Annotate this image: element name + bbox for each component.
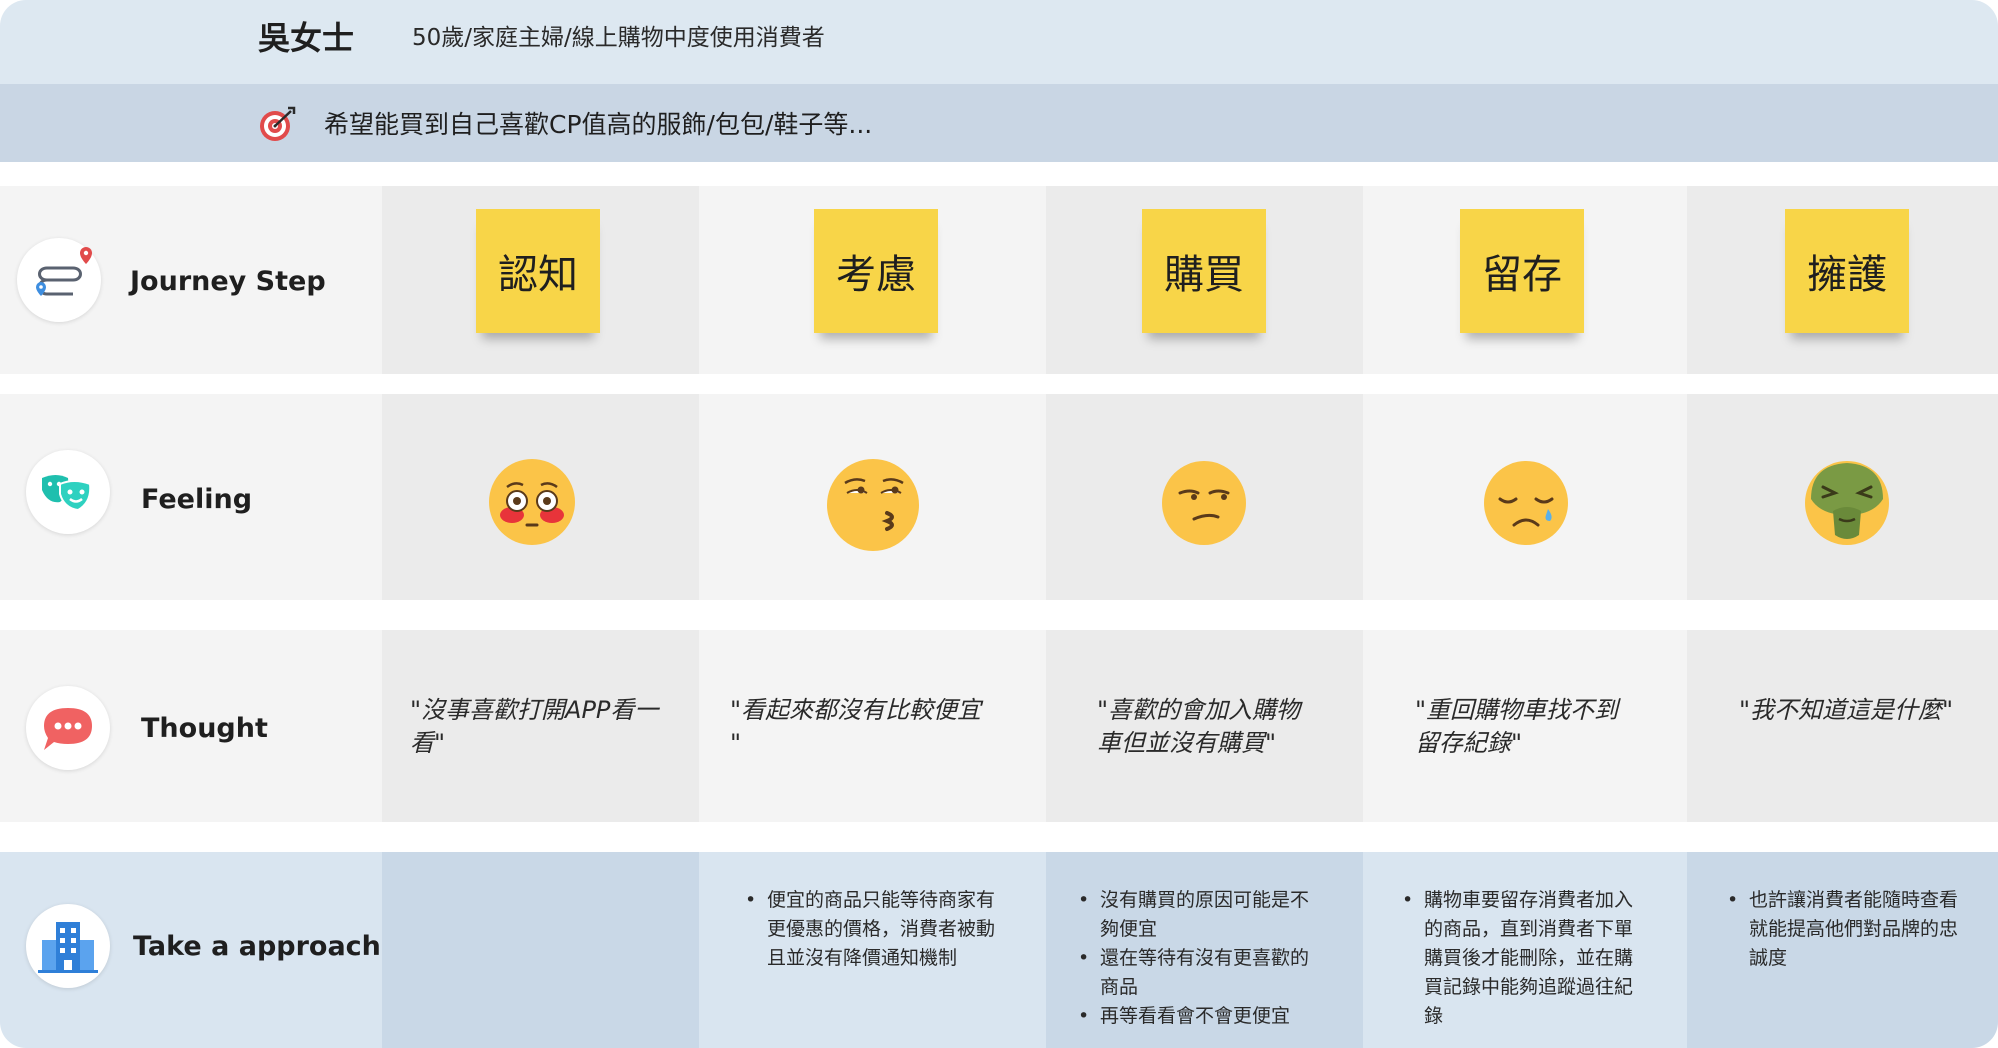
approach-item-line: 誠度 bbox=[1749, 947, 1788, 969]
row-label-journey: Journey Step bbox=[130, 266, 326, 297]
thought-text-line: " bbox=[730, 729, 742, 757]
approach-item-line: 買記錄中能夠追蹤過往紀 bbox=[1424, 976, 1634, 998]
approach-item-line: 商品 bbox=[1100, 976, 1139, 998]
approach-item: 還在等待有沒有更喜歡的 商品 bbox=[1078, 944, 1370, 1002]
approach-item-line: 沒有購買的原因可能是不 bbox=[1100, 889, 1310, 911]
approach-item: 再等看看會不會更便宜 bbox=[1078, 1002, 1370, 1031]
persona-goal: 希望能買到自己喜歡CP值高的服飾/包包/鞋子等... bbox=[324, 110, 873, 139]
thought-text-line: "沒事喜歡打開APP看一 bbox=[410, 696, 659, 724]
sticky-note-stage-1: 認知 bbox=[476, 209, 600, 333]
thought-text-line: "重回購物車找不到 bbox=[1415, 696, 1619, 724]
sad-sweat-face-emoji bbox=[1482, 459, 1570, 547]
sticky-note-stage-5: 擁護 bbox=[1785, 209, 1909, 333]
approach-item-line: 的商品，直到消費者下單 bbox=[1424, 918, 1634, 940]
thought-text-line: 留存紀錄" bbox=[1415, 729, 1523, 757]
sticky-note-stage-2: 考慮 bbox=[814, 209, 938, 333]
approach-list-stage-3: 沒有購買的原因可能是不 夠便宜 還在等待有沒有更喜歡的 商品 再等看看會不會更便… bbox=[1078, 886, 1370, 1031]
approach-item: 購物車要留存消費者加入 的商品，直到消費者下單 購買後才能刪除，並在購 買記錄中… bbox=[1402, 886, 1694, 1031]
building-icon bbox=[26, 904, 110, 988]
approach-item-line: 錄 bbox=[1424, 1005, 1444, 1027]
approach-item-line: 就能提高他們對品牌的忠 bbox=[1749, 918, 1959, 940]
approach-item-line: 夠便宜 bbox=[1100, 918, 1158, 940]
goal-bar bbox=[0, 84, 1998, 162]
theater-masks-icon bbox=[26, 450, 110, 534]
approach-list-stage-4: 購物車要留存消費者加入 的商品，直到消費者下單 購買後才能刪除，並在購 買記錄中… bbox=[1402, 886, 1694, 1031]
thought-text-stage-3: "喜歡的會加入購物 車但並沒有購買" bbox=[1097, 694, 1347, 760]
row-label-approach: Take a approach bbox=[133, 931, 381, 962]
thought-text-stage-5: "我不知道這是什麼" bbox=[1739, 694, 1989, 727]
approach-item-line: 便宜的商品只能等待商家有 bbox=[767, 889, 996, 911]
thought-text-stage-4: "重回購物車找不到 留存紀錄" bbox=[1415, 694, 1665, 760]
persona-name: 吳女士 bbox=[258, 19, 355, 57]
approach-item: 便宜的商品只能等待商家有 更優惠的價格，消費者被動 且並沒有降價通知機制 bbox=[745, 886, 1047, 973]
approach-item-line: 再等看看會不會更便宜 bbox=[1100, 1005, 1291, 1027]
approach-item-line: 更優惠的價格，消費者被動 bbox=[767, 918, 996, 940]
nauseated-face-emoji bbox=[1803, 459, 1891, 547]
thought-text-line: "看起來都沒有比較便宜 bbox=[730, 696, 982, 724]
thought-text-stage-2: "看起來都沒有比較便宜 " bbox=[730, 694, 1020, 760]
approach-item-line: 購物車要留存消費者加入 bbox=[1424, 889, 1634, 911]
kissing-rolling-eyes-emoji bbox=[825, 457, 921, 553]
approach-list-stage-5: 也許讓消費者能隨時查看 就能提高他們對品牌的忠 誠度 bbox=[1727, 886, 1998, 973]
route-map-icon bbox=[17, 238, 101, 322]
approach-item-line: 還在等待有沒有更喜歡的 bbox=[1100, 947, 1310, 969]
thought-text-line: "喜歡的會加入購物 bbox=[1097, 696, 1301, 724]
approach-item: 也許讓消費者能隨時查看 就能提高他們對品牌的忠 誠度 bbox=[1727, 886, 1998, 973]
approach-item-line: 且並沒有降價通知機制 bbox=[767, 947, 958, 969]
speech-bubble-icon bbox=[26, 686, 110, 770]
approach-item: 沒有購買的原因可能是不 夠便宜 bbox=[1078, 886, 1370, 944]
approach-item-line: 也許讓消費者能隨時查看 bbox=[1749, 889, 1959, 911]
unamused-face-emoji bbox=[1160, 459, 1248, 547]
row-label-feeling: Feeling bbox=[141, 484, 253, 515]
thought-text-line: 看" bbox=[410, 729, 446, 757]
sticky-note-stage-3: 購買 bbox=[1142, 209, 1266, 333]
flushed-face-emoji bbox=[487, 457, 577, 547]
thought-text-stage-1: "沒事喜歡打開APP看一 看" bbox=[410, 694, 672, 760]
approach-list-stage-2: 便宜的商品只能等待商家有 更優惠的價格，消費者被動 且並沒有降價通知機制 bbox=[745, 886, 1047, 973]
approach-item-line: 購買後才能刪除，並在購 bbox=[1424, 947, 1634, 969]
persona-description: 50歲/家庭主婦/線上購物中度使用消費者 bbox=[412, 25, 825, 51]
target-icon bbox=[258, 106, 296, 144]
sticky-note-stage-4: 留存 bbox=[1460, 209, 1584, 333]
thought-text-line: 車但並沒有購買" bbox=[1097, 729, 1277, 757]
journey-map: 吳女士 50歲/家庭主婦/線上購物中度使用消費者 希望能買到自己喜歡CP值高的服… bbox=[0, 0, 1998, 1048]
row-label-thought: Thought bbox=[141, 713, 268, 744]
approach-cell-1 bbox=[382, 852, 699, 1048]
thought-text-line: "我不知道這是什麼" bbox=[1739, 696, 1954, 724]
